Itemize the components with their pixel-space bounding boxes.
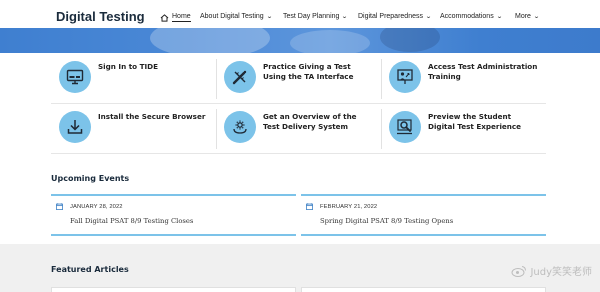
watermark-text: Judy笑笑老师 xyxy=(530,267,592,278)
quick-links: Sign In to TIDE Practice Giving a Test U… xyxy=(51,53,546,157)
quick-link-label: Access Test Administration Training xyxy=(428,62,538,81)
quick-link-label: Get an Overview of the Test Delivery Sys… xyxy=(263,112,357,131)
featured-article-card[interactable] xyxy=(301,287,546,292)
quick-link-training[interactable]: Access Test Administration Training xyxy=(381,53,546,103)
quick-link-label: Practice Giving a Test Using the TA Inte… xyxy=(263,62,354,81)
quick-link-secure-browser[interactable]: Install the Secure Browser xyxy=(51,103,216,153)
download-icon xyxy=(59,111,91,143)
nav-item-about[interactable]: About Digital Testing ⌄ xyxy=(200,13,272,20)
nav-label: Accommodations xyxy=(440,13,494,20)
banner-decoration xyxy=(150,28,270,53)
monitor-icon xyxy=(59,61,91,93)
nav-item-preparedness[interactable]: Digital Preparedness ⌄ xyxy=(358,13,432,20)
chevron-down-icon: ⌄ xyxy=(425,13,432,20)
pencil-ruler-icon xyxy=(224,61,256,93)
event-title[interactable]: Spring Digital PSAT 8/9 Testing Opens xyxy=(320,217,453,225)
nav-item-more[interactable]: More ⌄ xyxy=(515,13,540,20)
divider xyxy=(51,153,546,154)
upcoming-events-title: Upcoming Events xyxy=(51,174,130,183)
featured-article-card[interactable] xyxy=(51,287,296,292)
featured-articles-title: Featured Articles xyxy=(51,265,129,274)
event-card[interactable]: JANUARY 28, 2022 Fall Digital PSAT 8/9 T… xyxy=(51,194,296,236)
chevron-down-icon: ⌄ xyxy=(341,13,349,20)
site-title[interactable]: Digital Testing xyxy=(56,9,145,24)
nav-label: Digital Preparedness xyxy=(358,13,423,20)
quick-link-label: Sign In to TIDE xyxy=(98,62,159,71)
calendar-icon xyxy=(306,203,313,210)
magnifier-icon xyxy=(389,111,421,143)
quick-link-label: Preview the Student Digital Test Experie… xyxy=(428,112,522,131)
quick-link-preview-experience[interactable]: Preview the Student Digital Test Experie… xyxy=(381,103,546,153)
site-header: Digital Testing Home About Digital Testi… xyxy=(0,0,600,28)
watermark: Judy笑笑老师 xyxy=(511,263,592,278)
nav-item-home[interactable]: Home xyxy=(160,13,191,22)
nav-item-test-day[interactable]: Test Day Planning ⌄ xyxy=(283,13,349,20)
quick-link-sign-in-tide[interactable]: Sign In to TIDE xyxy=(51,53,216,103)
hero-banner xyxy=(0,28,600,53)
banner-decoration xyxy=(290,30,370,53)
chevron-down-icon: ⌄ xyxy=(495,13,503,20)
presentation-icon xyxy=(389,61,421,93)
event-date: FEBRUARY 21, 2022 xyxy=(320,204,378,210)
weibo-icon xyxy=(511,265,527,277)
calendar-icon xyxy=(56,203,63,210)
quick-link-label: Install the Secure Browser xyxy=(98,112,206,121)
nav-label: About Digital Testing xyxy=(200,13,264,20)
event-date: JANUARY 28, 2022 xyxy=(70,204,123,210)
chevron-down-icon: ⌄ xyxy=(265,13,273,20)
featured-section: Featured Articles xyxy=(0,244,600,292)
event-card[interactable]: FEBRUARY 21, 2022 Spring Digital PSAT 8/… xyxy=(301,194,546,236)
nav-home-label: Home xyxy=(172,13,191,22)
event-title[interactable]: Fall Digital PSAT 8/9 Testing Closes xyxy=(70,217,193,225)
quick-link-tds-overview[interactable]: Get an Overview of the Test Delivery Sys… xyxy=(216,103,381,153)
banner-decoration xyxy=(380,28,440,52)
quick-link-practice-ta[interactable]: Practice Giving a Test Using the TA Inte… xyxy=(216,53,381,103)
nav-label: Test Day Planning xyxy=(283,13,340,20)
nav-item-accommodations[interactable]: Accommodations ⌄ xyxy=(440,13,502,20)
gear-hand-icon xyxy=(224,111,256,143)
nav-label: More xyxy=(515,13,531,20)
home-icon xyxy=(160,13,169,22)
chevron-down-icon: ⌄ xyxy=(533,13,540,20)
